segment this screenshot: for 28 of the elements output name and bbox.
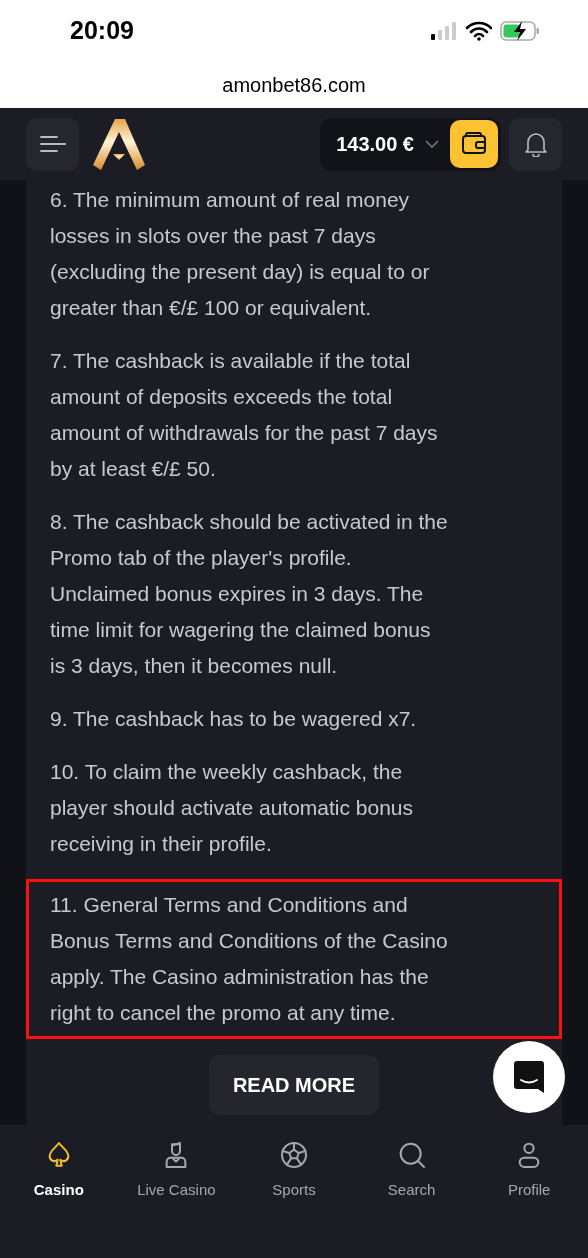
nav-tab[interactable]: Sports bbox=[235, 1135, 353, 1258]
terms-paragraph: 8. The cashback should be activated in the Promo tab of the player's profile. Unclaimed bonus expires in 3 days. The time limit for wagering the claimed bonus is 3 days, then it becomes null. bbox=[50, 509, 449, 679]
bell-icon bbox=[523, 131, 548, 157]
soccer-ball-icon bbox=[278, 1139, 310, 1171]
nav-tab[interactable]: Search bbox=[352, 1135, 471, 1258]
terms-paragraph: 10. To claim the weekly cashback, the player should activate automatic bonus receiving in their profile. bbox=[50, 759, 415, 857]
wallet-button[interactable] bbox=[450, 120, 498, 168]
signal-icon bbox=[430, 22, 458, 40]
logo-icon[interactable] bbox=[91, 117, 147, 171]
wifi-icon bbox=[466, 21, 492, 41]
battery-charging-icon bbox=[500, 20, 540, 42]
terms-paragraph: 6. The minimum amount of real money losses in slots over the past 7 days (excluding the present day) is equal to or greater than €/£ 100 or equivalent. bbox=[50, 187, 431, 321]
notifications-button[interactable] bbox=[509, 117, 562, 171]
nav-tab[interactable]: Live Casino bbox=[117, 1135, 236, 1258]
chevron-down-icon bbox=[424, 139, 440, 149]
menu-icon bbox=[39, 135, 66, 153]
wallet-icon bbox=[461, 132, 487, 156]
terms-paragraph: 9. The cashback has to be wagered x7. bbox=[50, 706, 418, 732]
chat-icon bbox=[513, 1059, 545, 1095]
read-more-button[interactable]: READ MORE bbox=[208, 1055, 380, 1115]
url-text[interactable]: amonbet86.com bbox=[222, 70, 366, 100]
menu-button[interactable] bbox=[26, 117, 79, 171]
nav-tab[interactable]: Casino bbox=[0, 1135, 118, 1258]
balance-dropdown[interactable]: 143.00 € bbox=[336, 129, 440, 159]
clock-time: 20:09 bbox=[70, 15, 134, 47]
nav-tab[interactable]: Profile bbox=[470, 1135, 588, 1258]
terms-paragraph: 7. The cashback is available if the total amount of deposits exceeds the total amount of withdrawals for the past 7 days by at least €/£ 50. bbox=[50, 348, 439, 482]
terms-paragraph: 11. General Terms and Conditions and Bonus Terms and Conditions of the Casino apply. The Casino administration has the right to cancel the promo at any time. bbox=[50, 892, 449, 1026]
